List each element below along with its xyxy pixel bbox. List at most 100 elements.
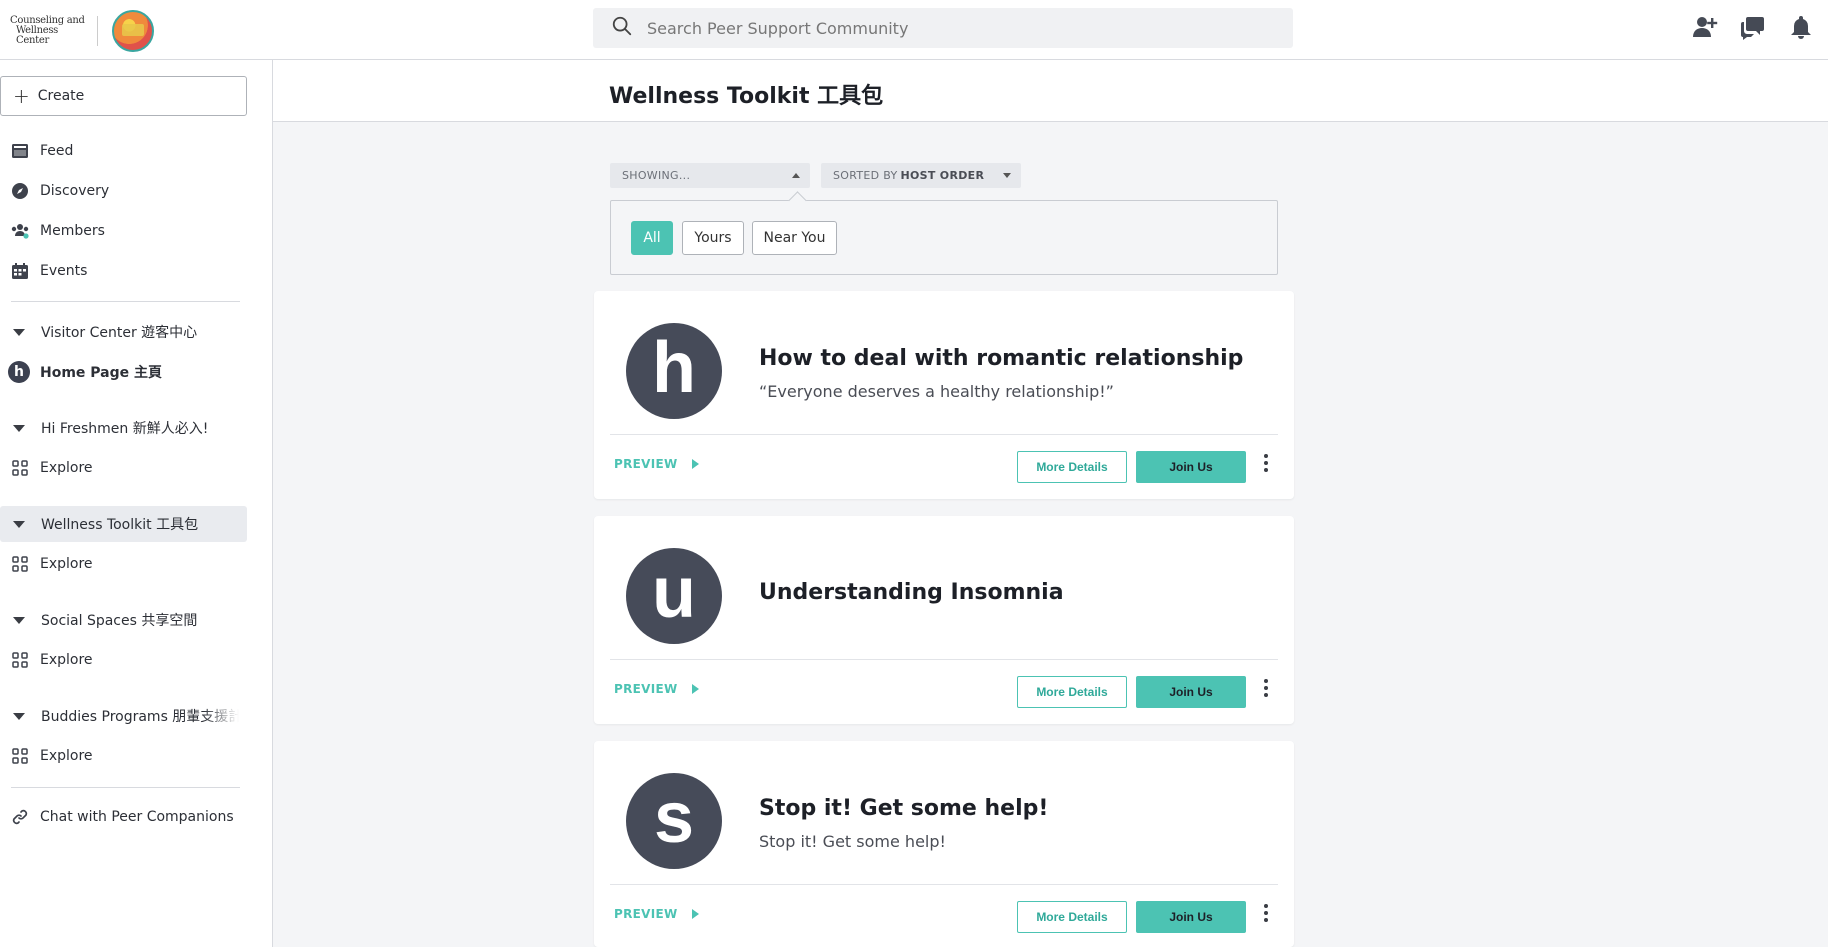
filter-chip-all[interactable]: All xyxy=(631,221,673,255)
preview-link[interactable]: PREVIEW xyxy=(614,457,699,471)
sort-dropdown[interactable]: SORTED BY HOST ORDER xyxy=(821,163,1021,188)
filter-panel: All Yours Near You xyxy=(610,200,1278,275)
sidebar-group-hi-freshmen[interactable]: Hi Freshmen 新鮮人必入! xyxy=(0,410,247,446)
filter-chip-yours[interactable]: Yours xyxy=(682,221,744,255)
preview-label: PREVIEW xyxy=(614,457,678,471)
preview-label: PREVIEW xyxy=(614,907,678,921)
caret-up-icon xyxy=(792,173,800,178)
sidebar-item-home-page[interactable]: h Home Page 主頁 xyxy=(0,354,247,390)
card-divider xyxy=(610,884,1278,885)
sidebar-item-label: Discovery xyxy=(40,183,110,199)
home-page-avatar: h xyxy=(8,361,30,383)
sidebar-item-label: Explore xyxy=(40,652,93,668)
bell-icon[interactable] xyxy=(1788,14,1814,40)
group-avatar: h xyxy=(626,323,722,419)
grid-icon xyxy=(11,747,29,765)
link-icon xyxy=(11,808,29,826)
more-details-button[interactable]: More Details xyxy=(1017,676,1127,708)
showing-dropdown[interactable]: SHOWING... xyxy=(610,163,810,188)
preview-link[interactable]: PREVIEW xyxy=(614,682,699,696)
caret-down-icon xyxy=(13,424,25,432)
preview-label: PREVIEW xyxy=(614,682,678,696)
sidebar-item-label: Events xyxy=(40,263,88,279)
card-divider xyxy=(610,659,1278,660)
sidebar-item-label: Explore xyxy=(40,556,93,572)
brand-line-2: Wellness Center xyxy=(16,25,58,46)
join-us-button[interactable]: Join Us xyxy=(1136,451,1246,483)
sidebar-item-label: Feed xyxy=(40,143,74,159)
group-card[interactable]: h How to deal with romantic relationship… xyxy=(594,291,1294,499)
search-icon xyxy=(611,15,633,41)
card-divider xyxy=(610,434,1278,435)
join-us-button[interactable]: Join Us xyxy=(1136,676,1246,708)
more-details-button[interactable]: More Details xyxy=(1017,901,1127,933)
search-input[interactable] xyxy=(647,18,1247,38)
sidebar: + Create Feed Discovery Members Events V… xyxy=(0,60,273,947)
sidebar-group-title: Social Spaces 共享空間 xyxy=(41,613,198,629)
sidebar-group-title: Wellness Toolkit 工具包 xyxy=(41,517,199,533)
create-label: Create xyxy=(37,88,85,104)
sidebar-group-title: Hi Freshmen 新鮮人必入! xyxy=(41,421,209,437)
sidebar-item-label: Explore xyxy=(40,460,93,476)
sidebar-item-discovery[interactable]: Discovery xyxy=(0,173,247,209)
search-bar[interactable] xyxy=(593,8,1293,48)
add-person-icon[interactable] xyxy=(1692,14,1718,40)
grid-icon xyxy=(11,651,29,669)
sidebar-item-label: Members xyxy=(40,223,105,239)
feed-icon xyxy=(11,142,29,160)
brand-wordmark: Counseling and Wellness Center xyxy=(10,16,85,46)
sort-prefix: SORTED BY xyxy=(833,169,898,182)
group-avatar: s xyxy=(626,773,722,869)
play-icon xyxy=(691,909,699,919)
group-subtitle: Stop it! Get some help! xyxy=(759,832,946,851)
group-title[interactable]: How to deal with romantic relationship xyxy=(759,346,1243,371)
kebab-menu-icon[interactable] xyxy=(1260,676,1272,700)
grid-icon xyxy=(11,459,29,477)
sidebar-group-wellness-toolkit[interactable]: Wellness Toolkit 工具包 xyxy=(0,506,247,542)
sort-value: HOST ORDER xyxy=(900,169,985,182)
grid-icon xyxy=(11,555,29,573)
more-details-button[interactable]: More Details xyxy=(1017,451,1127,483)
caret-down-icon xyxy=(1003,173,1011,178)
chat-icon[interactable] xyxy=(1740,14,1766,40)
caret-down-icon xyxy=(13,616,25,624)
group-card[interactable]: u Understanding Insomnia PREVIEW More De… xyxy=(594,516,1294,724)
sidebar-group-title: Buddies Programs 朋輩支援計劃 xyxy=(41,709,239,725)
plus-icon: + xyxy=(13,84,30,108)
caret-down-icon xyxy=(13,712,25,720)
caret-down-icon xyxy=(13,328,25,336)
filter-chip-near-you[interactable]: Near You xyxy=(752,221,837,255)
sidebar-item-feed[interactable]: Feed xyxy=(0,133,247,169)
sidebar-item-explore[interactable]: Explore xyxy=(0,450,247,486)
sidebar-group-buddies-programs[interactable]: Buddies Programs 朋輩支援計劃 xyxy=(0,698,247,734)
preview-link[interactable]: PREVIEW xyxy=(614,907,699,921)
sidebar-group-social-spaces[interactable]: Social Spaces 共享空間 xyxy=(0,602,247,638)
peer-support-community-logo[interactable] xyxy=(112,10,154,52)
sidebar-group-visitor-center[interactable]: Visitor Center 遊客中心 xyxy=(0,314,247,350)
sidebar-item-explore[interactable]: Explore xyxy=(0,642,247,678)
brand-divider xyxy=(97,16,98,46)
kebab-menu-icon[interactable] xyxy=(1260,901,1272,925)
sidebar-divider xyxy=(11,301,240,302)
sidebar-item-members[interactable]: Members xyxy=(0,213,247,249)
page-header: Wellness Toolkit 工具包 xyxy=(273,60,1828,122)
sidebar-item-explore[interactable]: Explore xyxy=(0,546,247,582)
join-us-button[interactable]: Join Us xyxy=(1136,901,1246,933)
sidebar-item-explore[interactable]: Explore xyxy=(0,738,247,774)
kebab-menu-icon[interactable] xyxy=(1260,451,1272,475)
sidebar-group-title: Visitor Center 遊客中心 xyxy=(41,325,198,341)
compass-icon xyxy=(11,182,29,200)
showing-label: SHOWING... xyxy=(622,169,691,182)
sidebar-item-label: Home Page 主頁 xyxy=(40,365,163,381)
create-button[interactable]: + Create xyxy=(0,76,247,116)
brand[interactable]: Counseling and Wellness Center xyxy=(10,10,154,52)
group-title[interactable]: Stop it! Get some help! xyxy=(759,796,1048,821)
group-title[interactable]: Understanding Insomnia xyxy=(759,580,1064,605)
members-icon xyxy=(11,222,29,240)
sidebar-link-chat-peer-companions[interactable]: Chat with Peer Companions xyxy=(0,799,247,835)
group-card[interactable]: s Stop it! Get some help! Stop it! Get s… xyxy=(594,741,1294,947)
group-subtitle: “Everyone deserves a healthy relationshi… xyxy=(759,382,1114,401)
sidebar-item-events[interactable]: Events xyxy=(0,253,247,289)
top-bar: Counseling and Wellness Center xyxy=(0,0,1828,60)
top-actions xyxy=(1692,14,1814,40)
